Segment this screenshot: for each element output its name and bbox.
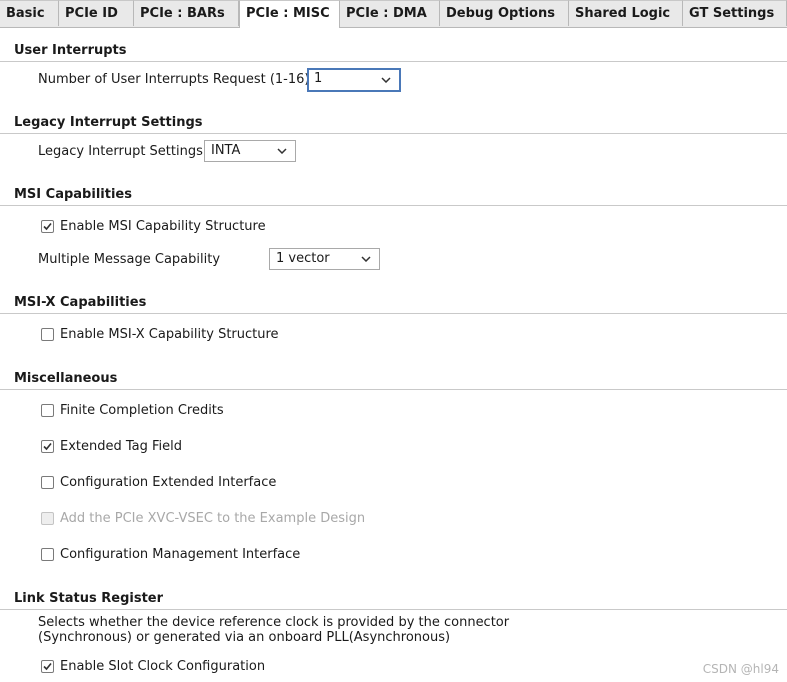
checkmark-icon <box>43 442 52 451</box>
config-extended-interface-label: Configuration Extended Interface <box>60 475 277 490</box>
tab-shared-logic[interactable]: Shared Logic <box>569 0 683 26</box>
xvc-vsec-label: Add the PCIe XVC-VSEC to the Example Des… <box>60 511 366 526</box>
finite-completion-credits-checkbox[interactable] <box>41 404 54 417</box>
section-title-link-status: Link Status Register <box>14 591 164 606</box>
msi-multiple-label: Multiple Message Capability <box>38 252 221 267</box>
legacy-interrupt-select[interactable]: INTA <box>204 140 296 162</box>
section-divider <box>0 609 787 610</box>
chevron-down-icon <box>361 256 371 262</box>
link-status-description-line2: (Synchronous) or generated via an onboar… <box>38 630 451 645</box>
section-title-msix: MSI-X Capabilities <box>14 295 147 310</box>
watermark-text: CSDN @hl94 <box>702 662 779 676</box>
pcie-misc-page: Basic PCIe ID PCIe : BARs PCIe : MISC PC… <box>0 0 787 682</box>
checkmark-icon <box>43 222 52 231</box>
slot-clock-label: Enable Slot Clock Configuration <box>60 659 266 674</box>
msi-multiple-select[interactable]: 1 vector <box>269 248 380 270</box>
msix-enable-checkbox[interactable] <box>41 328 54 341</box>
section-divider <box>0 61 787 62</box>
tab-pcie-dma[interactable]: PCIe : DMA <box>340 0 440 26</box>
msi-enable-checkbox[interactable] <box>41 220 54 233</box>
section-divider <box>0 133 787 134</box>
tab-gt-settings[interactable]: GT Settings <box>683 0 787 26</box>
xvc-vsec-checkbox <box>41 512 54 525</box>
section-divider <box>0 313 787 314</box>
config-extended-interface-checkbox[interactable] <box>41 476 54 489</box>
section-divider <box>0 205 787 206</box>
tab-pcie-bars[interactable]: PCIe : BARs <box>134 0 239 26</box>
tab-bar: Basic PCIe ID PCIe : BARs PCIe : MISC PC… <box>0 0 787 28</box>
msi-multiple-value: 1 vector <box>276 251 330 266</box>
tab-pcie-id[interactable]: PCIe ID <box>59 0 134 26</box>
user-interrupts-request-select[interactable]: 1 <box>307 68 401 92</box>
config-management-interface-checkbox[interactable] <box>41 548 54 561</box>
section-title-user-interrupts: User Interrupts <box>14 43 127 58</box>
slot-clock-checkbox[interactable] <box>41 660 54 673</box>
msix-enable-label: Enable MSI-X Capability Structure <box>60 327 279 342</box>
section-title-msi: MSI Capabilities <box>14 187 132 202</box>
legacy-interrupt-label: Legacy Interrupt Settings <box>38 144 203 159</box>
chevron-down-icon <box>277 148 287 154</box>
tab-pcie-misc[interactable]: PCIe : MISC <box>239 0 340 28</box>
finite-completion-credits-label: Finite Completion Credits <box>60 403 224 418</box>
checkmark-icon <box>43 662 52 671</box>
user-interrupts-request-value: 1 <box>314 71 323 86</box>
extended-tag-field-label: Extended Tag Field <box>60 439 183 454</box>
section-divider <box>0 389 787 390</box>
extended-tag-field-checkbox[interactable] <box>41 440 54 453</box>
section-title-legacy-interrupt: Legacy Interrupt Settings <box>14 115 203 130</box>
legacy-interrupt-value: INTA <box>211 143 241 158</box>
section-title-miscellaneous: Miscellaneous <box>14 371 118 386</box>
user-interrupts-request-label: Number of User Interrupts Request (1-16) <box>38 72 310 87</box>
tab-basic[interactable]: Basic <box>0 0 59 26</box>
chevron-down-icon <box>381 77 391 83</box>
config-management-interface-label: Configuration Management Interface <box>60 547 301 562</box>
tab-debug-options[interactable]: Debug Options <box>440 0 569 26</box>
link-status-description-line1: Selects whether the device reference clo… <box>38 615 510 630</box>
msi-enable-label: Enable MSI Capability Structure <box>60 219 266 234</box>
